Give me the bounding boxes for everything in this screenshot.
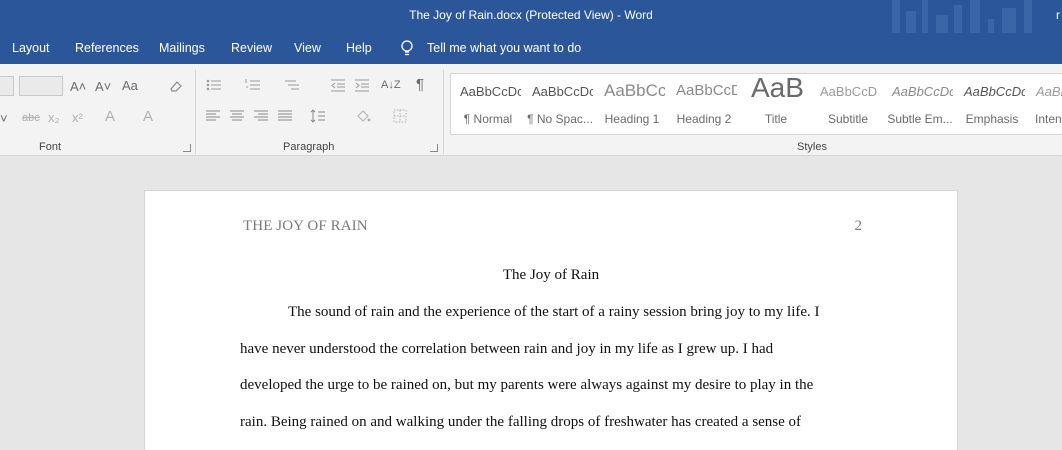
document-title: The Joy of Rain (502, 267, 600, 283)
lightbulb-icon (401, 40, 413, 56)
style-intense-emphasis[interactable]: AaBbCcDc Intense... (1031, 76, 1062, 132)
borders-icon[interactable] (393, 109, 407, 123)
shrink-font-icon[interactable]: A˅ (95, 80, 111, 94)
tab-layout[interactable]: Layout (12, 41, 50, 55)
style-subtitle[interactable]: AaBbCcD Subtitle (815, 76, 881, 132)
style-subtle-emphasis[interactable]: AaBbCcDc Subtle Em... (887, 76, 953, 132)
align-center-icon[interactable] (230, 110, 244, 122)
ribbon: A˄ A˅ Aa ˅ abc x₂ x² A A Font A↓Z ¶ Para… (0, 64, 1062, 156)
font-dialog-launcher[interactable] (183, 144, 191, 152)
line-spacing-icon[interactable] (310, 108, 326, 124)
bullets-icon[interactable] (206, 78, 222, 92)
font-group-label: Font (39, 141, 62, 153)
increase-indent-icon[interactable] (354, 78, 370, 92)
style-normal[interactable]: AaBbCcDc ¶ Normal (455, 76, 521, 132)
style-heading-1[interactable]: AaBbCc Heading 1 (599, 76, 665, 132)
title-bar: The Joy of Rain.docx (Protected View) - … (0, 0, 1062, 33)
align-left-icon[interactable] (206, 110, 220, 122)
align-right-icon[interactable] (254, 110, 268, 122)
ribbon-tabs: Layout References Mailings Review View H… (0, 33, 1062, 64)
body-line: rain. Being rained on and walking under … (240, 414, 802, 430)
page-number: 2 (854, 218, 863, 234)
body-line: developed the urge to be rained on, but … (240, 377, 814, 393)
paragraph-group-label: Paragraph (283, 141, 335, 153)
tab-mailings[interactable]: Mailings (159, 41, 205, 55)
shading-icon[interactable] (355, 108, 371, 124)
styles-gallery: AaBbCcDc ¶ Normal AaBbCcDc ¶ No Spac... … (450, 73, 1062, 135)
superscript-icon[interactable]: x² (72, 111, 83, 125)
document-page[interactable]: THE JOY OF RAIN 2 The Joy of Rain The so… (144, 190, 958, 450)
tab-view[interactable]: View (294, 41, 321, 55)
grow-font-icon[interactable]: A˄ (70, 80, 86, 94)
strikethrough-icon[interactable]: abc (22, 111, 40, 125)
style-emphasis[interactable]: AaBbCcDc Emphasis (959, 76, 1025, 132)
justify-icon[interactable] (278, 110, 292, 122)
change-case-icon[interactable]: Aa (122, 79, 138, 93)
body-line: The sound of rain and the experience of … (288, 304, 820, 320)
eraser-icon[interactable] (168, 78, 184, 94)
paragraph-dialog-launcher[interactable] (430, 144, 438, 152)
tab-references[interactable]: References (75, 41, 139, 55)
tab-help[interactable]: Help (346, 41, 372, 55)
running-head: THE JOY OF RAIN (243, 218, 368, 234)
tab-review[interactable]: Review (231, 41, 272, 55)
style-no-spacing[interactable]: AaBbCcDc ¶ No Spac... (527, 76, 593, 132)
account-initial[interactable]: r (1056, 8, 1060, 22)
chevron-icon: ˅ (0, 111, 8, 126)
window-title: The Joy of Rain.docx (Protected View) - … (409, 8, 653, 22)
group-divider (195, 70, 196, 154)
subscript-icon[interactable]: x₂ (48, 111, 60, 125)
font-color-icon[interactable]: A (143, 109, 153, 124)
styles-group-label: Styles (797, 141, 827, 153)
group-divider (443, 70, 444, 154)
style-heading-2[interactable]: AaBbCcD Heading 2 (671, 76, 737, 132)
tell-me-search[interactable]: Tell me what you want to do (427, 41, 581, 55)
body-line: have never understood the correlation be… (240, 341, 774, 357)
sort-icon[interactable]: A↓Z (381, 78, 401, 92)
pilcrow-icon[interactable]: ¶ (416, 77, 424, 92)
style-title[interactable]: AaB Title (743, 76, 809, 132)
numbering-icon[interactable] (245, 78, 261, 92)
decrease-indent-icon[interactable] (330, 78, 346, 92)
font-name-dropdown[interactable] (0, 76, 14, 96)
multilevel-list-icon[interactable] (284, 78, 300, 92)
font-size-dropdown[interactable] (19, 76, 63, 96)
text-effects-icon[interactable]: A (105, 109, 115, 124)
